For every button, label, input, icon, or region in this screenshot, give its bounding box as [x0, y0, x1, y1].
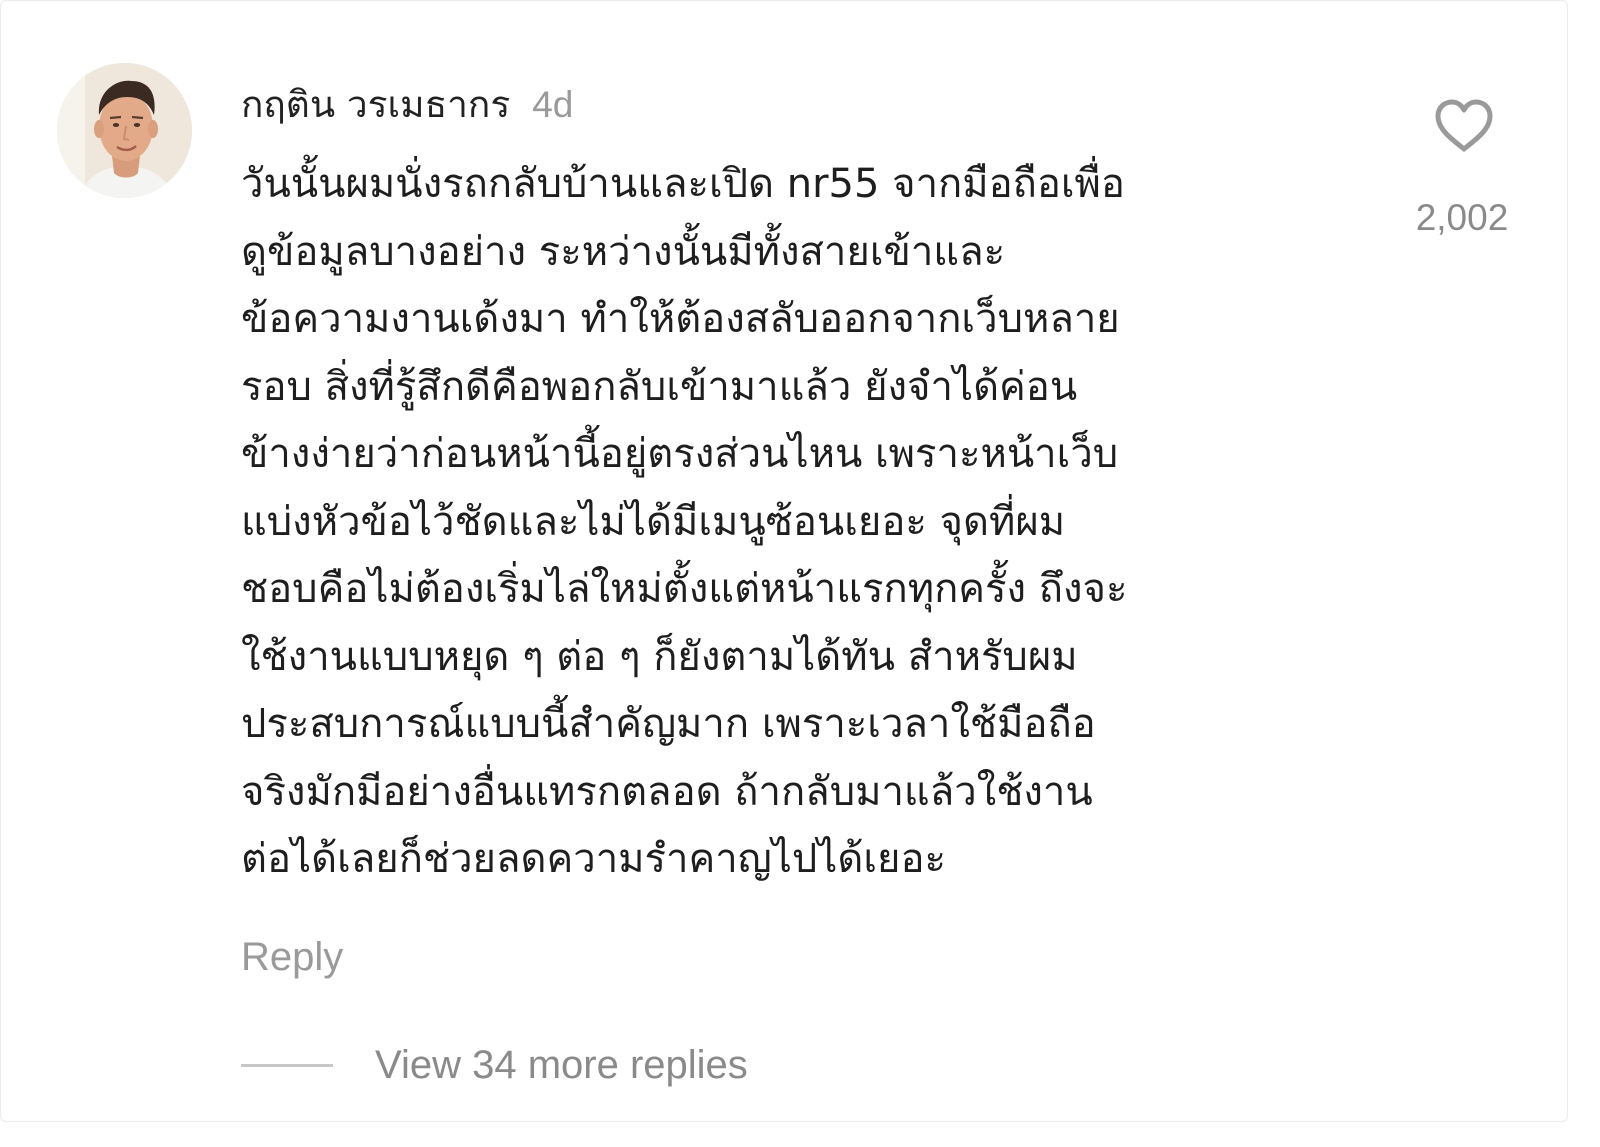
comment-line: ชอบคือไม่ต้องเริ่มไล่ใหม่ตั้งแต่หน้าแรกท… [241, 566, 1128, 612]
comment-line: ข้างง่ายว่าก่อนหน้านี้อยู่ตรงส่วนไหน เพร… [241, 431, 1119, 477]
like-count: 2,002 [1415, 197, 1509, 238]
replies-divider [241, 1063, 333, 1067]
comment-line: ประสบการณ์แบบนี้สำคัญมาก เพราะเวลาใช้มือ… [241, 701, 1096, 747]
view-replies-label: View 34 more replies [375, 1042, 748, 1087]
user-avatar[interactable] [57, 63, 192, 198]
comment-line: ดูข้อมูลบางอย่าง ระหว่างนั้นมีทั้งสายเข้… [241, 228, 1006, 275]
view-more-replies-button[interactable]: View 34 more replies [241, 1037, 748, 1093]
avatar-image [57, 63, 192, 198]
reply-button[interactable]: Reply [241, 935, 343, 980]
timestamp: 4d [532, 84, 574, 125]
heart-outline-icon [1435, 99, 1493, 152]
like-button[interactable] [1426, 93, 1502, 159]
comment-line: ข้อความงานเด้งมา ทำให้ต้องสลับออกจากเว็บ… [241, 296, 1120, 342]
comment-line: จริงมักมีอย่างอื่นแทรกตลอด ถ้ากลับมาแล้ว… [241, 768, 1093, 815]
comment-line: วันนั้นผมนั่งรถกลับบ้านและเปิด nr55 จากม… [241, 161, 1125, 207]
comment-body: วันนั้นผมนั่งรถกลับบ้านและเปิด nr55 จากม… [241, 151, 1361, 894]
comment-line: ต่อได้เลยก็ช่วยลดความรำคาญไปได้เยอะ [241, 836, 946, 882]
comment-line: ใช้งานแบบหยุด ๆ ต่อ ๆ ก็ยังตามได้ทัน สำห… [241, 633, 1078, 680]
username[interactable]: กฤติน วรเมธากร [241, 75, 510, 134]
comment-card: กฤติน วรเมธากร 4d วันนั้นผมนั่งรถกลับบ้า… [0, 0, 1568, 1122]
comment-header: กฤติน วรเมธากร 4d [241, 75, 574, 126]
comment-line: แบ่งหัวข้อไว้ชัดและไม่ได้มีเมนูซ้อนเยอะ … [241, 498, 1066, 545]
comment-line: รอบ สิ่งที่รู้สึกดีคือพอกลับเข้ามาแล้ว ย… [241, 363, 1078, 410]
